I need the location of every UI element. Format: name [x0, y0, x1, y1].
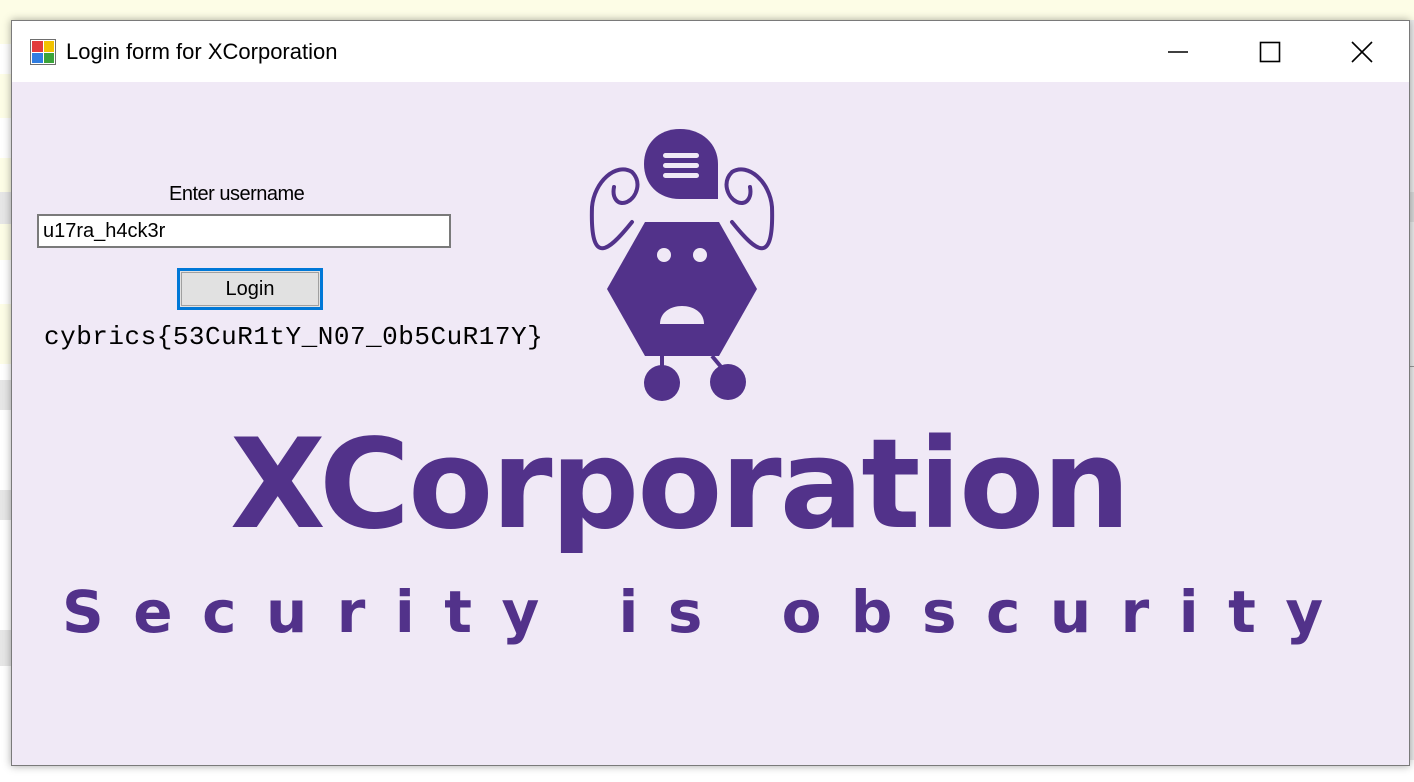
- flag-output-label: cybrics{53CuR1tY_N07_0b5CuR17Y}: [44, 322, 544, 352]
- brand-tagline: Security is obscurity: [62, 578, 1353, 646]
- close-button[interactable]: [1316, 21, 1408, 82]
- maximize-button[interactable]: [1224, 21, 1316, 82]
- application-icon[interactable]: [30, 39, 56, 65]
- login-window: Login form for XCorporation Enter userna…: [11, 20, 1410, 766]
- maximize-icon: [1259, 41, 1281, 62]
- title-bar[interactable]: Login form for XCorporation: [12, 21, 1409, 82]
- login-button[interactable]: Login: [177, 268, 323, 310]
- close-icon: [1351, 40, 1373, 63]
- username-input[interactable]: [37, 214, 451, 248]
- minimize-icon: [1168, 50, 1188, 53]
- window-title: Login form for XCorporation: [66, 39, 338, 64]
- robot-icon: [589, 129, 775, 401]
- minimize-button[interactable]: [1132, 21, 1224, 82]
- username-label: Enter username: [169, 183, 305, 205]
- brand-name: XCorporation: [230, 413, 1131, 557]
- client-area: Enter username Login cybrics{53CuR1tY_N0…: [12, 82, 1409, 765]
- background-top-strip: [0, 0, 1414, 20]
